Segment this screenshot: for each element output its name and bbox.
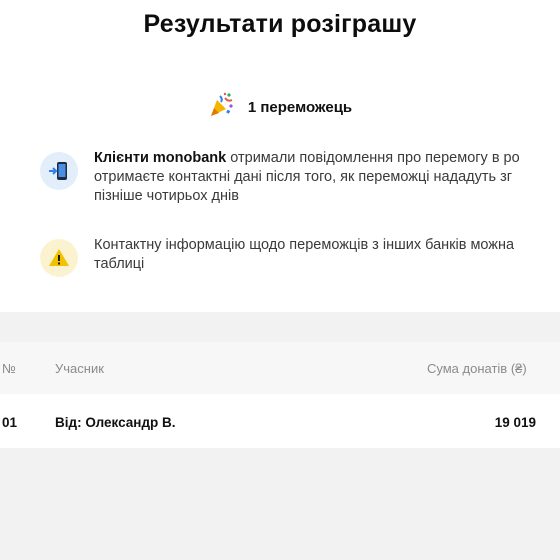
row-participant: Від: Олександр В. [55, 415, 176, 430]
phone-incoming-icon [40, 152, 78, 190]
row-number: 01 [2, 415, 18, 430]
winners-summary: 1 переможець [0, 92, 560, 123]
notice1-line3: пізніше чотирьох днів [94, 188, 239, 204]
notice1-line1: отримали повідомлення про перемогу в ро [226, 150, 520, 166]
winners-count: 1 переможець [247, 99, 353, 116]
warning-icon [40, 239, 78, 277]
winners-table: № Учасник Сума донатів (₴) 01 Від: Олекс… [0, 342, 560, 448]
column-header-donations: Сума донатів (₴) [427, 361, 527, 376]
notice1-line2: отримаєте контактні дані після того, як … [94, 169, 513, 185]
row-donations: 19 019 [494, 415, 536, 430]
monobank-notice: Клієнти monobank отримали повідомлення п… [40, 149, 560, 206]
table-header: № Учасник Сума донатів (₴) [0, 342, 560, 394]
monobank-bold: Клієнти monobank [94, 150, 227, 166]
column-header-number: № [2, 361, 16, 376]
page-title: Результати розіграшу [143, 10, 417, 38]
party-popper-icon [208, 92, 234, 123]
column-header-participant: Учасник [55, 361, 104, 376]
other-banks-notice: Контактну інформацію щодо переможців з і… [40, 236, 560, 277]
notice2-line1: Контактну інформацію щодо переможців з і… [94, 237, 515, 253]
notice2-line2: таблиці [94, 256, 145, 272]
